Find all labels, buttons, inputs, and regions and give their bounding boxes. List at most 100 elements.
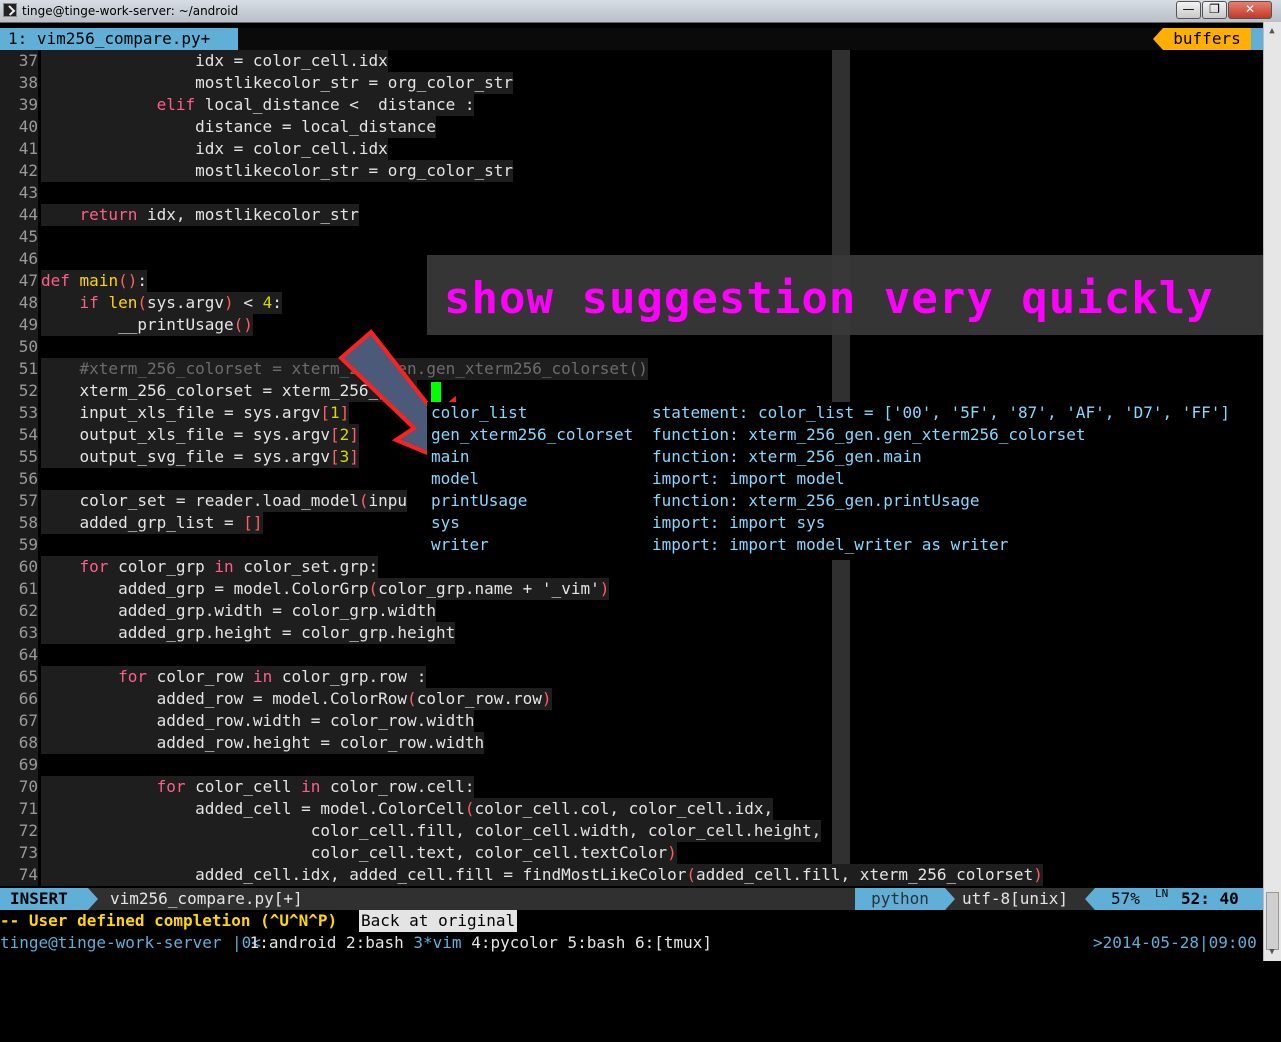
line-number: 59 [0, 534, 38, 556]
code-line: 73 color_cell.text, color_cell.textColor… [0, 842, 1263, 864]
code-line: 50 [0, 336, 1263, 358]
line-number: 57 [0, 490, 38, 512]
code-text: __printUsage() [41, 314, 253, 336]
code-line: 51 #xterm_256_colorset = xterm_256_gen.g… [0, 358, 1263, 380]
code-text: if len(sys.argv) < 4: [41, 292, 282, 314]
code-line: 61 added_grp = model.ColorGrp(color_grp.… [0, 578, 1263, 600]
tmux-windows-before[interactable]: 1:android 2:bash [240, 933, 413, 952]
mode-indicator: INSERT [0, 888, 98, 910]
tmux-statusbar: tinge@tinge-work-server |0< 1:android 2:… [0, 932, 1263, 954]
code-line: 42 mostlikecolor_str = org_color_str [0, 160, 1263, 182]
tmux-window-list[interactable]: 1:android 2:bash 3*vim 4:pycolor 5:bash … [240, 932, 712, 954]
completion-item-word[interactable]: main [431, 446, 470, 468]
code-line: 38 mostlikecolor_str = org_color_str [0, 72, 1263, 94]
maximize-button[interactable]: ❐ [1202, 1, 1227, 19]
line-number: 71 [0, 798, 38, 820]
line-number: 51 [0, 358, 38, 380]
code-text: added_cell.idx, added_cell.fill = findMo… [41, 864, 1043, 886]
completion-item-info[interactable]: import: import model [652, 468, 845, 490]
code-line: 40 distance = local_distance [0, 116, 1263, 138]
completion-item-info[interactable]: statement: color_list = ['00', '5F', '87… [652, 402, 1230, 424]
code-line: 66 added_row = model.ColorRow(color_row.… [0, 688, 1263, 710]
code-line: 39 elif local_distance < distance : [0, 94, 1263, 116]
completion-item-word[interactable]: printUsage [431, 490, 527, 512]
scrollbar-thumb[interactable] [1266, 892, 1279, 950]
scroll-up-arrow-icon[interactable]: ▲ [1266, 24, 1278, 38]
window-titlebar: tinge@tinge-work-server: ~/android — ❐ ✕ [0, 0, 1281, 23]
line-number: 45 [0, 226, 38, 248]
completion-status-message: Back at original [359, 910, 518, 932]
completion-item-word[interactable]: sys [431, 512, 460, 534]
line-number: 74 [0, 864, 38, 886]
completion-item-word[interactable]: writer [431, 534, 489, 556]
scroll-down-arrow-icon[interactable]: ▼ [1266, 945, 1278, 959]
code-text: input_xls_file = sys.argv[1] [41, 402, 350, 424]
completion-mode-message: -- User defined completion (^U^N^P) [0, 911, 338, 930]
code-text: distance = local_distance [41, 116, 436, 138]
annotation-text: show suggestion very quickly [444, 273, 1214, 324]
line-number: 69 [0, 754, 38, 776]
line-number: 60 [0, 556, 38, 578]
line-number: 63 [0, 622, 38, 644]
code-line: 65 for color_row in color_grp.row : [0, 666, 1263, 688]
tabline-fill [238, 28, 1163, 50]
tmux-current-window[interactable]: 3*vim [413, 933, 461, 952]
code-line: 41 idx = color_cell.idx [0, 138, 1263, 160]
line-number: 64 [0, 644, 38, 666]
completion-item-info[interactable]: import: import model_writer as writer [652, 534, 1008, 556]
code-text: idx = color_cell.idx [41, 138, 388, 160]
code-line: 71 added_cell = model.ColorCell(color_ce… [0, 798, 1263, 820]
completion-item-word[interactable]: color_list [431, 402, 527, 424]
line-number: 42 [0, 160, 38, 182]
completion-item-info[interactable]: import: import sys [652, 512, 825, 534]
encoding-indicator: utf-8[unix] [962, 889, 1068, 908]
code-line: 62 added_grp.width = color_grp.width [0, 600, 1263, 622]
line-number: 37 [0, 50, 38, 72]
code-text: color_cell.text, color_cell.textColor) [41, 842, 677, 864]
line-number: 41 [0, 138, 38, 160]
line-number: 62 [0, 600, 38, 622]
code-text: added_cell = model.ColorCell(color_cell.… [41, 798, 774, 820]
code-text: def main(): [41, 270, 147, 292]
code-text: output_svg_file = sys.argv[3] [41, 446, 359, 468]
line-number: 39 [0, 94, 38, 116]
buffers-label[interactable]: buffers [1153, 28, 1251, 50]
completion-popup[interactable]: color_list statement: color_list = ['00',… [427, 402, 1263, 560]
scroll-percent: 57% [1111, 889, 1140, 908]
tmux-windows-after[interactable]: 4:pycolor 5:bash 6:[tmux] [462, 933, 712, 952]
line-number: 44 [0, 204, 38, 226]
code-text: color_cell.fill, color_cell.width, color… [41, 820, 822, 842]
code-text: return idx, mostlikecolor_str [41, 204, 359, 226]
minimize-button[interactable]: — [1176, 1, 1201, 19]
completion-item-info[interactable]: function: xterm_256_gen.gen_xterm256_col… [652, 424, 1085, 446]
filetype-indicator: python [855, 888, 955, 910]
line-number: 58 [0, 512, 38, 534]
position-segment: 57% LN 52: 40 [1085, 888, 1263, 910]
close-button[interactable]: ✕ [1228, 1, 1272, 19]
completion-item-word[interactable]: gen_xterm256_colorset [431, 424, 633, 446]
code-text: added_row.height = color_row.width [41, 732, 485, 754]
tmux-host: tinge@tinge-work-server [0, 933, 222, 952]
code-line: 44 return idx, mostlikecolor_str [0, 204, 1263, 226]
completion-item-info[interactable]: function: xterm_256_gen.printUsage [652, 490, 980, 512]
vim-cmdline[interactable]: -- User defined completion (^U^N^P) Back… [0, 910, 1263, 932]
editor-area[interactable]: 37 idx = color_cell.idx 38 mostlikecolor_… [0, 50, 1263, 886]
line-number: 65 [0, 666, 38, 688]
completion-item-word[interactable]: model [431, 468, 479, 490]
line-number: 73 [0, 842, 38, 864]
line-number: 54 [0, 424, 38, 446]
line-number: 70 [0, 776, 38, 798]
code-line: 70 for color_cell in color_row.cell: [0, 776, 1263, 798]
completion-item-info[interactable]: function: xterm_256_gen.main [652, 446, 922, 468]
window-title: tinge@tinge-work-server: ~/android [22, 4, 239, 18]
cursor-position: 52: 40 [1181, 889, 1239, 908]
code-text: elif local_distance < distance : [41, 94, 475, 116]
text-cursor [431, 382, 441, 402]
window-scrollbar[interactable]: ▲ ▼ [1263, 22, 1281, 961]
line-number: 50 [0, 336, 38, 358]
code-line: 52 xterm_256_colorset = xterm_256_gen. [0, 380, 1263, 402]
code-line: 45 [0, 226, 1263, 248]
tab-current-file[interactable]: 1: vim256_compare.py+ [0, 28, 238, 50]
line-number: 40 [0, 116, 38, 138]
line-number: 67 [0, 710, 38, 732]
